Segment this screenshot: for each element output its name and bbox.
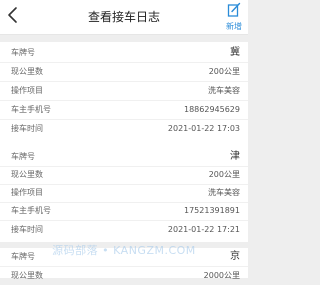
plate-label: 车牌号 xyxy=(11,48,35,57)
phone-label: 车主手机号 xyxy=(11,105,51,114)
operation-label: 操作项目 xyxy=(11,188,43,197)
mileage-label: 现公里数 xyxy=(11,271,43,280)
plate-value: 津 xyxy=(230,151,240,162)
operation-value: 洗车美容 xyxy=(208,188,240,197)
row-mileage: 现公里数 200公里 xyxy=(0,63,248,82)
phone-label: 车主手机号 xyxy=(11,206,51,215)
mileage-value: 200公里 xyxy=(208,170,240,179)
row-mileage: 现公里数 200公里 xyxy=(0,166,248,185)
mileage-label: 现公里数 xyxy=(11,67,43,76)
time-label: 接车时间 xyxy=(11,124,43,133)
row-time: 接车时间 2021-01-22 17:21 xyxy=(0,221,248,239)
phone-value: 17521391891 xyxy=(184,206,240,215)
time-value: 2021-01-22 17:03 xyxy=(167,124,240,133)
app-header: 查看接车日志 新增 xyxy=(0,0,248,35)
row-phone: 车主手机号 17521391891 xyxy=(0,202,248,221)
row-operation: 操作项目 洗车美容 xyxy=(0,82,248,101)
row-mileage: 现公里数 2000公里 xyxy=(0,267,248,285)
row-operation: 操作项目 洗车美容 xyxy=(0,184,248,203)
row-phone: 车主手机号 18862945629 xyxy=(0,101,248,120)
row-plate: 车牌号 冀 xyxy=(0,44,248,63)
row-plate: 车牌号 津 xyxy=(0,148,248,167)
mileage-label: 现公里数 xyxy=(11,170,43,179)
plate-value: 冀 xyxy=(230,47,240,58)
mileage-value: 2000公里 xyxy=(203,271,240,280)
add-button[interactable]: 新增 xyxy=(222,2,246,32)
watermark: 源码部落 • KANGZM.COM xyxy=(52,244,196,257)
page-title: 查看接车日志 xyxy=(87,10,160,24)
phone-value: 18862945629 xyxy=(184,105,240,114)
operation-value: 洗车美容 xyxy=(208,86,240,95)
row-time: 接车时间 2021-01-22 17:03 xyxy=(0,120,248,138)
log-card[interactable]: 车牌号 津 现公里数 200公里 操作项目 洗车美容 车主手机号 1752139… xyxy=(0,146,248,242)
time-label: 接车时间 xyxy=(11,225,43,234)
mileage-value: 200公里 xyxy=(208,67,240,76)
operation-label: 操作项目 xyxy=(11,86,43,95)
time-value: 2021-01-22 17:21 xyxy=(167,225,240,234)
add-button-label: 新增 xyxy=(226,22,242,31)
plate-label: 车牌号 xyxy=(11,152,35,161)
edit-square-icon xyxy=(227,2,241,17)
